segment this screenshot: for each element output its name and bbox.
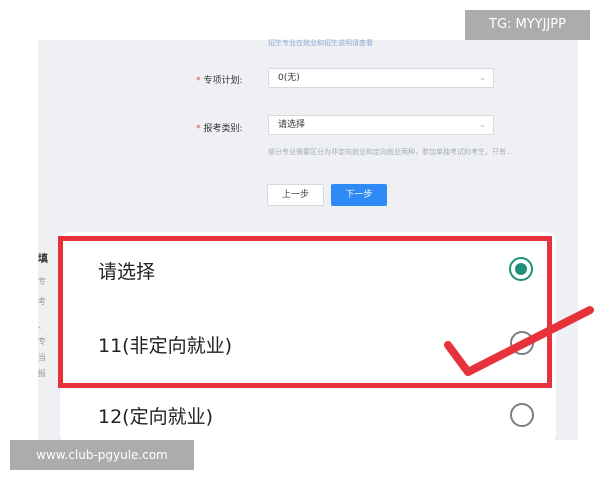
- watermark-url: www.club-pgyule.com: [10, 440, 194, 470]
- red-checkmark-annotation: [444, 306, 594, 376]
- watermark-tag: TG: MYYJJPP: [465, 10, 590, 40]
